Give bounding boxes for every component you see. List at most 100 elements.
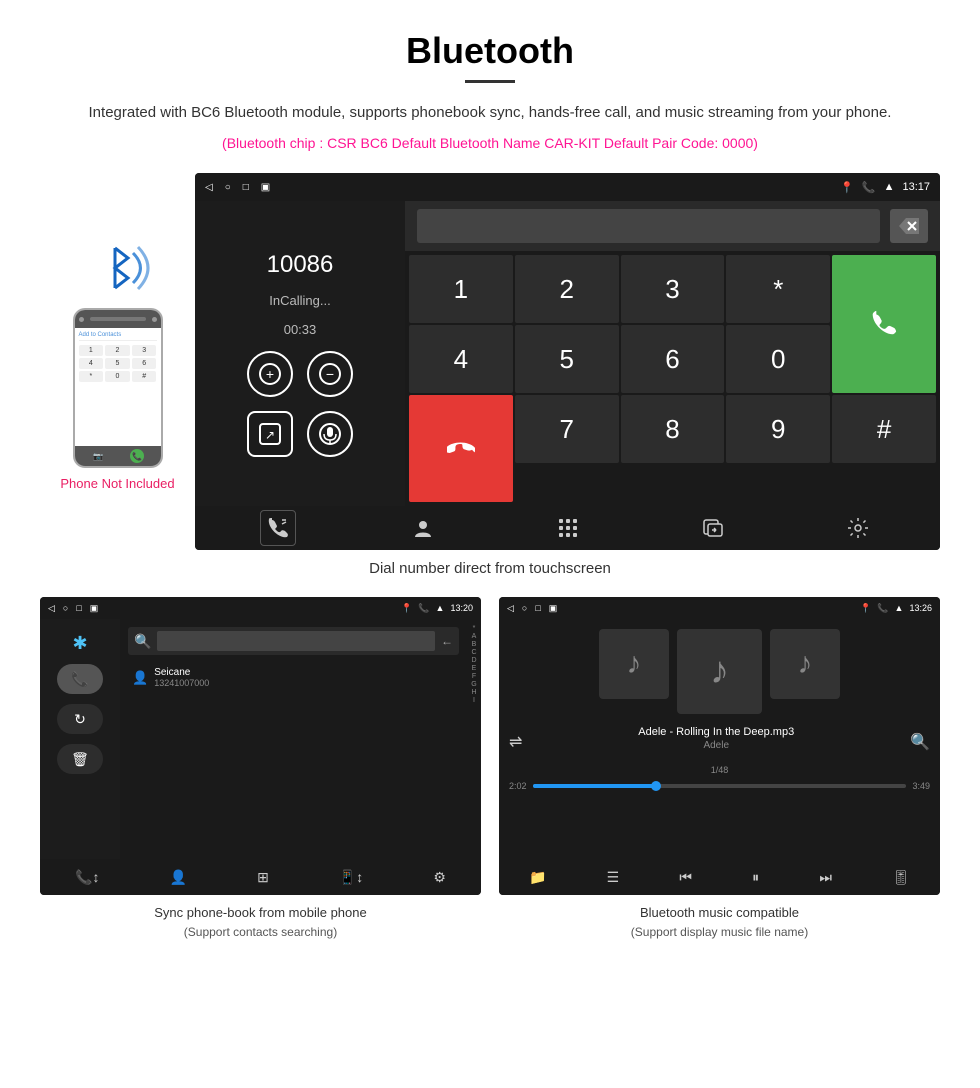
- alpha-e: E: [472, 665, 477, 672]
- page-wrapper: Bluetooth Integrated with BC6 Bluetooth …: [0, 0, 980, 991]
- ms-nav-prev[interactable]: ⏮: [679, 869, 692, 886]
- ms-album-art-area: ♪ ♪ ♪: [509, 629, 930, 714]
- ms-location-icon: 📍: [860, 603, 871, 614]
- search-music-icon[interactable]: 🔍: [910, 732, 930, 752]
- hu-nav-contacts[interactable]: [405, 510, 441, 546]
- pb-main-area: 🔍 ← 👤 Seicane 13241007000: [120, 619, 481, 859]
- ms-content: ♪ ♪ ♪ ⇌ Adele - Rolling In the Deep.mp3: [499, 619, 940, 859]
- call-green-button[interactable]: [832, 255, 936, 393]
- back-nav-icon[interactable]: ◁: [205, 182, 213, 193]
- pb-phone-icon: 📞: [418, 603, 429, 614]
- pb-back-icon[interactable]: ◁: [48, 603, 55, 614]
- microphone-button[interactable]: [307, 411, 353, 457]
- key-5[interactable]: 5: [515, 325, 619, 393]
- key-9[interactable]: 9: [726, 395, 830, 463]
- ms-nav-equalizer[interactable]: 🎚: [892, 869, 910, 886]
- key-1[interactable]: 1: [409, 255, 513, 323]
- alpha-f: F: [472, 673, 476, 680]
- pb-sync-button[interactable]: ↻: [57, 704, 103, 734]
- pb-nav-settings[interactable]: ⚙: [433, 869, 446, 886]
- ms-nav-folder[interactable]: 📁: [529, 869, 546, 886]
- key-7[interactable]: 7: [515, 395, 619, 463]
- pb-nav-icons: ◁ ○ □ ▣: [48, 603, 98, 614]
- shuffle-icon[interactable]: ⇌: [509, 732, 522, 752]
- pb-back-arrow[interactable]: ←: [441, 634, 453, 648]
- phone-status-icon: 📞: [862, 181, 876, 194]
- pb-delete-button[interactable]: 🗑: [57, 744, 103, 774]
- key-3[interactable]: 3: [621, 255, 725, 323]
- pb-contact-row-1[interactable]: 👤 Seicane 13241007000: [128, 663, 459, 692]
- key-hash[interactable]: #: [832, 395, 936, 463]
- alpha-i: I: [473, 697, 475, 704]
- add-contacts-label: Add to Contacts: [79, 332, 157, 341]
- hu-nav-transfer[interactable]: [695, 510, 731, 546]
- pb-nav-contacts[interactable]: 👤: [170, 869, 187, 886]
- ms-recent-icon[interactable]: □: [535, 603, 540, 614]
- ms-nav-next[interactable]: ⏭: [819, 869, 832, 886]
- hu-navbar: [195, 506, 940, 550]
- ms-home-icon[interactable]: ○: [522, 603, 527, 614]
- home-nav-icon[interactable]: ○: [225, 182, 231, 193]
- key-8[interactable]: 8: [621, 395, 725, 463]
- hu-statusbar-right: 📍 📞 ▲ 13:17: [840, 181, 930, 194]
- pb-call-button[interactable]: 📞: [57, 664, 103, 694]
- mock-key-6: 6: [132, 358, 157, 369]
- key-4[interactable]: 4: [409, 325, 513, 393]
- svg-text:+: +: [266, 366, 274, 382]
- pb-search-row: 🔍 ←: [128, 627, 459, 655]
- pb-navbar: 📞↕ 👤 ⊞ 📱↕ ⚙: [40, 859, 481, 895]
- page-title: Bluetooth: [40, 30, 940, 72]
- ms-controls-row: ⇌ Adele - Rolling In the Deep.mp3 Adele …: [509, 726, 930, 757]
- hu-number-input[interactable]: [417, 209, 880, 243]
- transfer-button[interactable]: ↗: [247, 411, 293, 457]
- bluetooth-signal-area: [83, 233, 153, 303]
- pb-search-input[interactable]: [157, 631, 435, 651]
- volume-down-button[interactable]: −: [307, 351, 353, 397]
- pb-recent-icon[interactable]: □: [76, 603, 81, 614]
- ms-album-main: ♪: [677, 629, 762, 714]
- hu-phone-number: 10086: [267, 251, 334, 279]
- pb-nav-calls[interactable]: 📞↕: [75, 869, 99, 886]
- ms-nav-icons: ◁ ○ □ ▣: [507, 603, 557, 614]
- key-0[interactable]: 0: [726, 325, 830, 393]
- recent-nav-icon[interactable]: □: [243, 182, 249, 193]
- ms-nav-list[interactable]: ☰: [607, 869, 620, 886]
- ms-notif-icon: ▣: [549, 603, 558, 614]
- ms-progress-bar[interactable]: [533, 784, 907, 788]
- volume-up-button[interactable]: +: [247, 351, 293, 397]
- phone-mock-footer: 📷 📞: [75, 446, 161, 466]
- alpha-star: *: [473, 625, 476, 632]
- key-2[interactable]: 2: [515, 255, 619, 323]
- key-6[interactable]: 6: [621, 325, 725, 393]
- ms-nav-play[interactable]: ⏸: [752, 869, 759, 886]
- pb-home-icon[interactable]: ○: [63, 603, 68, 614]
- alpha-d: D: [471, 657, 476, 664]
- pb-nav-transfer[interactable]: 📱↕: [339, 869, 363, 886]
- pb-content: ✱ 📞 ↻ 🗑: [40, 619, 481, 859]
- ms-time-current: 2:02: [509, 781, 527, 791]
- ms-caption-line2: (Support display music file name): [499, 923, 940, 941]
- phone-mockup: Add to Contacts 1 2 3 4 5 6 * 0 # 📷: [73, 308, 163, 468]
- hu-nav-dialpad[interactable]: [550, 510, 586, 546]
- ms-back-icon[interactable]: ◁: [507, 603, 514, 614]
- hu-nav-calls[interactable]: [260, 510, 296, 546]
- key-star[interactable]: *: [726, 255, 830, 323]
- ms-album-next: ♪: [770, 629, 840, 699]
- ms-phone-icon: 📞: [877, 603, 888, 614]
- pb-list-area: 🔍 ← 👤 Seicane 13241007000: [120, 619, 467, 859]
- hu-dialpad-panel: 1 2 3 * 4 5 6 0 7: [405, 201, 940, 506]
- hu-nav-settings[interactable]: [840, 510, 876, 546]
- phonebook-screen-wrapper: ◁ ○ □ ▣ 📍 📞 ▲ 13:20 ✱: [40, 597, 481, 941]
- pb-time: 13:20: [450, 603, 473, 613]
- pb-location-icon: 📍: [401, 603, 412, 614]
- svg-text:↗: ↗: [265, 428, 275, 442]
- mock-key-9: #: [132, 371, 157, 382]
- pb-contact-details: Seicane 13241007000: [154, 667, 209, 688]
- pb-nav-dialpad[interactable]: ⊞: [257, 869, 269, 886]
- phone-mock-keypad: 1 2 3 4 5 6 * 0 #: [79, 345, 157, 382]
- video-btn: 📷: [91, 449, 105, 463]
- hu-backspace-button[interactable]: [890, 209, 928, 243]
- end-call-button[interactable]: [409, 395, 513, 502]
- ms-wifi-icon: ▲: [895, 603, 904, 613]
- location-icon: 📍: [840, 181, 854, 194]
